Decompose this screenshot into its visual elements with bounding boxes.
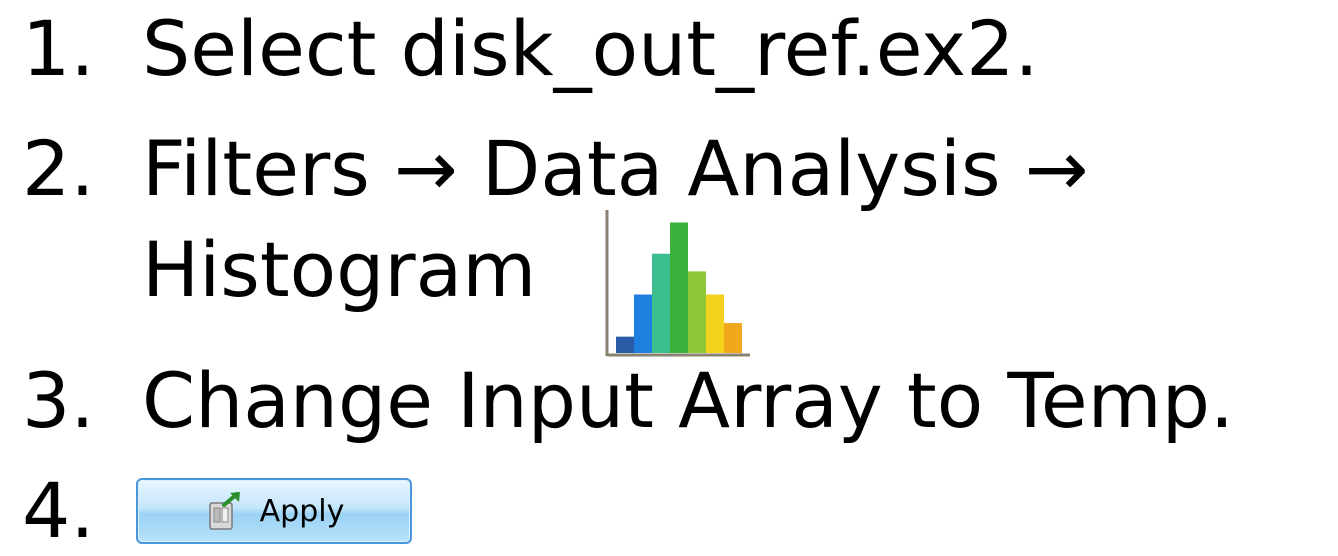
apply-button[interactable]: Apply: [136, 478, 412, 544]
histogram-icon-bar: [706, 294, 724, 353]
histogram-icon-bar: [652, 253, 670, 353]
step-1-number: 1.: [22, 4, 95, 93]
apply-button-label: Apply: [259, 493, 345, 529]
step-2-continuation-text: Histogram: [142, 225, 537, 314]
histogram-icon-bar: [634, 294, 652, 353]
histogram-icon-bar: [688, 271, 706, 353]
histogram-icon-bar: [616, 336, 634, 353]
step-3-text: Change Input Array to Temp.: [142, 356, 1235, 445]
step-1-text: Select disk_out_ref.ex2.: [142, 4, 1039, 93]
step-3-number: 3.: [22, 356, 95, 445]
step-2-number: 2.: [22, 124, 95, 213]
step-2-text: Filters → Data Analysis →: [142, 124, 1089, 213]
histogram-icon-bar: [724, 323, 742, 353]
step-4-number: 4.: [22, 466, 95, 555]
histogram-icon: [605, 210, 750, 357]
histogram-icon-bar: [670, 222, 688, 353]
apply-icon: [208, 492, 240, 530]
